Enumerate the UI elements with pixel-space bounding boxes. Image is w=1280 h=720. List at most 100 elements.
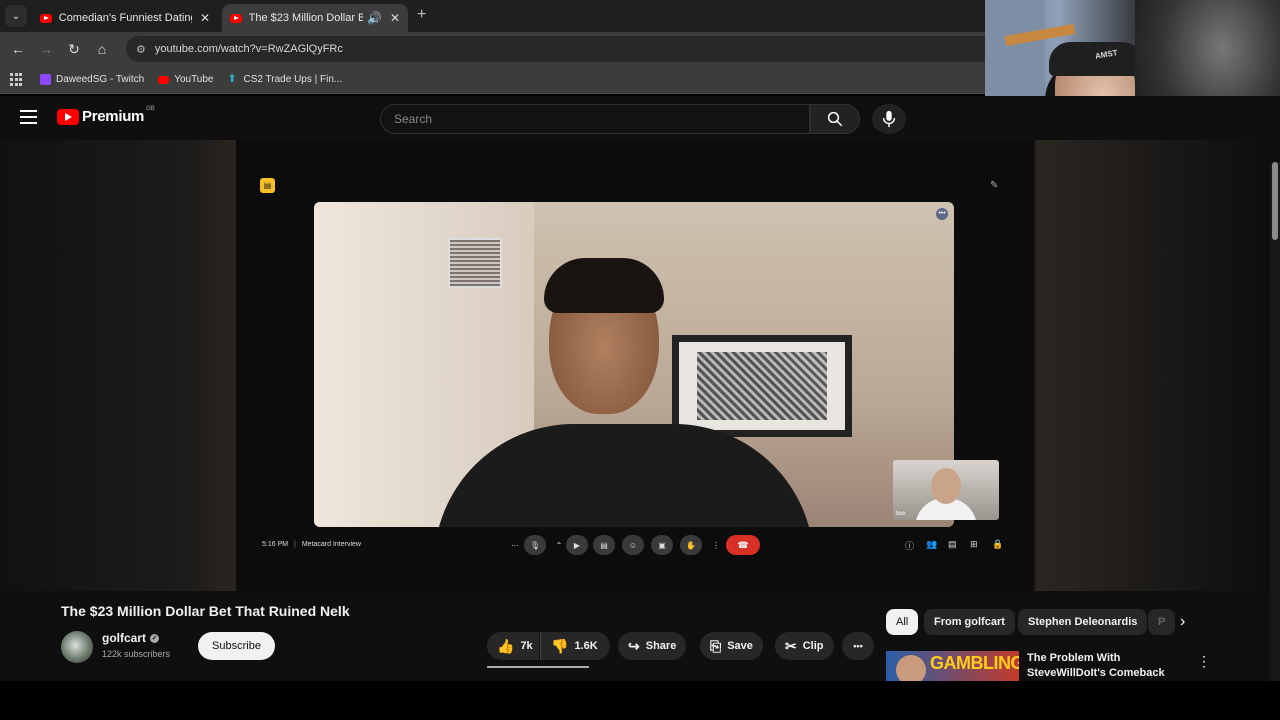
thumbs-up-icon: 👍 [497,637,515,654]
video-player[interactable]: ▤ ✎ ••• Nick 5:16 PM | Metacard Intervie… [0,140,1280,591]
recommended-video-thumbnail[interactable]: GAMBLING [886,651,1019,681]
browser-tab-active[interactable]: The $23 Million Dollar Bet T… 🔊 ✕ [222,4,408,32]
scrollbar-thumb[interactable] [1272,162,1278,240]
share-label: Share [645,640,677,652]
wall-vent [448,238,502,288]
browser-tab-strip: ⌄ Comedian's Funniest Dating St… ✕ The $… [0,0,985,32]
share-icon: ↪ [628,637,640,654]
youtube-icon [57,108,79,125]
dislike-count: 1.6K [574,640,598,652]
more-icon: ⋯ [511,540,519,550]
channel-avatar[interactable] [61,631,93,663]
dislike-button[interactable]: 👎 1.6K [540,632,610,660]
tab-close-icon[interactable]: ✕ [390,11,400,25]
bookmark-youtube[interactable]: YouTube [158,74,213,85]
bookmark-label: DaweedSG - Twitch [56,74,145,85]
more-vert-icon: ⋮ [712,540,720,550]
camera-icon: ▶ [566,535,588,555]
save-label: Save [727,640,753,652]
menu-icon[interactable] [20,110,37,124]
chip-partial[interactable]: P [1148,609,1176,635]
channel-name[interactable]: golfcart ✓ [102,631,160,645]
logo-text: Premium [82,108,145,125]
tab-title: The $23 Million Dollar Bet T… [248,12,363,24]
chip-stephen-deleonardis[interactable]: Stephen Deleonardis [1018,609,1148,635]
twitch-icon [40,74,51,85]
home-icon[interactable]: ⌂ [88,41,116,57]
more-actions-button[interactable]: ••• [842,632,874,660]
search-icon [827,111,843,127]
voice-search-button[interactable] [872,104,906,134]
browser-toolbar: ← → ↻ ⌂ ⚙ youtube.com/watch?v=RwZAGlQyFR… [0,32,985,66]
bookmark-label: CS2 Trade Ups | Fin... [243,74,343,85]
search-button[interactable] [810,104,860,134]
clip-label: Clip [802,640,824,652]
apps-grid-icon[interactable] [10,72,24,87]
more-vert-icon[interactable]: ⋮ [1197,653,1211,670]
info-icon: ⓘ [905,541,915,551]
youtube-icon [230,13,242,23]
subscribe-button[interactable]: Subscribe [198,632,275,660]
interviewee [434,258,814,527]
meeting-main-video: ••• [314,202,954,527]
activities-icon: ⊞ [970,539,978,549]
lock-icon: 🔒 [992,539,1004,549]
bookmarks-bar: DaweedSG - Twitch YouTube ⬆ CS2 Trade Up… [0,66,985,94]
scissors-icon: ✂ [785,637,797,654]
chip-all[interactable]: All [886,609,919,635]
emoji-icon: ☺ [622,535,644,555]
youtube-icon [158,75,170,84]
region-label: GB [146,105,155,112]
meeting-self-view: Nick [893,460,999,520]
share-button[interactable]: ↪ Share [618,632,687,660]
subscriber-count: 122k subscribers [102,649,171,659]
arrow-up-icon: ⬆ [227,73,237,85]
new-tab-button[interactable]: + [417,6,426,24]
clip-button[interactable]: ✂ Clip [775,632,834,660]
microphone-icon [882,110,896,128]
page-scrollbar[interactable] [1270,162,1280,681]
meeting-controls-bar: 5:16 PM | Metacard Interview ⋯ 🎙 ⌃ ▶ ▤ ☺… [236,535,1033,555]
pip-name-label: Nick [896,511,906,517]
chip-from-golfcart[interactable]: From golfcart [924,609,1015,635]
reload-icon[interactable]: ↻ [60,41,88,58]
notes-icon: ▤ [260,178,275,193]
like-button[interactable]: 👍 7k [487,632,539,660]
video-frame[interactable]: ▤ ✎ ••• Nick 5:16 PM | Metacard Intervie… [236,140,1033,591]
video-details: The $23 Million Dollar Bet That Ruined N… [0,591,1280,681]
browser-tab-comedian[interactable]: Comedian's Funniest Dating St… ✕ [32,4,218,32]
chevron-right-icon[interactable]: › [1180,613,1185,631]
edit-icon: ✎ [990,180,999,191]
like-ratio-bar [487,666,589,668]
meeting-time: 5:16 PM [262,541,289,548]
tab-close-icon[interactable]: ✕ [200,11,210,25]
video-title: The $23 Million Dollar Bet That Ruined N… [61,603,350,619]
people-icon: 👥 [926,539,938,549]
verified-icon: ✓ [150,634,160,644]
tab-search-button[interactable]: ⌄ [5,5,27,27]
bookmark-icon: ⎘ [710,637,722,654]
present-icon: ▣ [651,535,673,555]
site-info-icon[interactable]: ⚙ [136,43,146,56]
save-button[interactable]: ⎘ Save [700,632,763,660]
forward-icon[interactable]: → [32,41,60,57]
thumbs-down-icon: 👎 [551,637,569,654]
chat-icon: ▤ [948,539,957,549]
raise-hand-icon: ✋ [680,535,702,555]
search-input[interactable]: Search [380,104,810,134]
thumbnail-text: GAMBLING [930,653,1019,673]
bookmark-cs2[interactable]: ⬆ CS2 Trade Ups | Fin... [227,73,343,86]
address-bar[interactable]: ⚙ youtube.com/watch?v=RwZAGlQyFRc [126,36,985,62]
recommended-video-title[interactable]: The Problem With SteveWillDoIt's Comebac… [1027,651,1187,681]
more-options-icon: ••• [936,208,948,220]
channel-name-text: golfcart [102,631,147,645]
speaker-icon[interactable]: 🔊 [367,11,382,25]
microphone-icon: 🎙 [524,535,546,555]
url-text: youtube.com/watch?v=RwZAGlQyFRc [154,43,343,55]
youtube-header: Premium GB Search [0,96,1280,140]
bottom-black-bar [0,681,1280,720]
back-icon[interactable]: ← [4,41,32,57]
bookmark-label: YouTube [174,74,214,85]
youtube-premium-logo[interactable]: Premium GB [57,105,155,125]
bookmark-twitch[interactable]: DaweedSG - Twitch [40,74,144,85]
